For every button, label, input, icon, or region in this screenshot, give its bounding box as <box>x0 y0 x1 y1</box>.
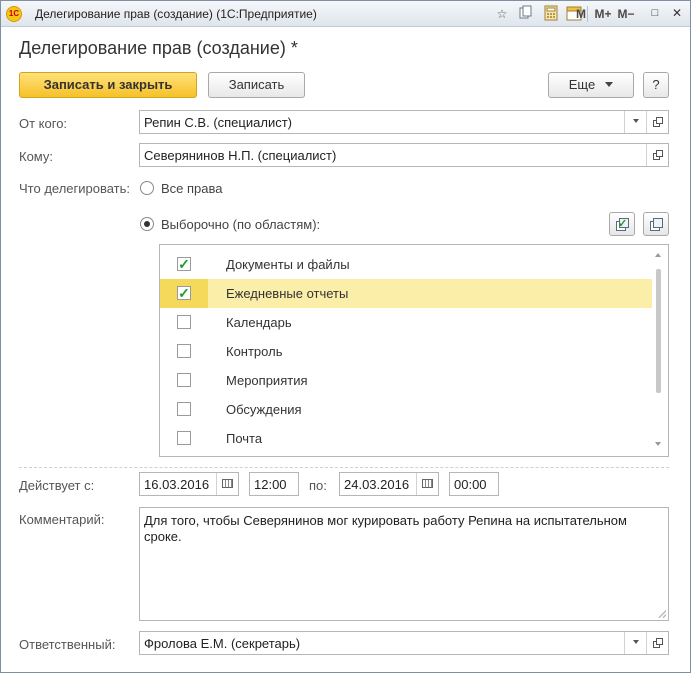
from-date-value: 16.03.2016 <box>144 477 210 492</box>
comment-value: Для того, чтобы Северянинов мог курирова… <box>144 513 627 544</box>
to-date-value: 24.03.2016 <box>344 477 410 492</box>
calculator-icon[interactable] <box>543 5 559 23</box>
calendar-icon[interactable] <box>216 473 238 495</box>
check-all-button[interactable]: ✓ <box>609 212 635 236</box>
to-label: Кому: <box>19 149 53 164</box>
comment-label: Комментарий: <box>19 512 105 527</box>
calendar-icon[interactable] <box>416 473 438 495</box>
help-button[interactable]: ? <box>643 72 669 98</box>
chevron-down-icon <box>632 119 639 123</box>
maximize-button[interactable]: □ <box>646 5 664 23</box>
check-icon: ✓ <box>618 218 628 230</box>
list-item[interactable]: Мероприятия <box>160 366 652 395</box>
from-field[interactable]: Репин С.В. (специалист) <box>139 110 669 134</box>
area-label: Обсуждения <box>226 402 302 417</box>
scrollbar-thumb[interactable] <box>656 269 661 393</box>
scroll-up-arrow[interactable] <box>655 253 661 257</box>
resize-grip-icon[interactable] <box>658 610 666 618</box>
dialog-window: 1С Делегирование прав (создание) (1С:Пре… <box>0 0 691 673</box>
star-icon[interactable]: ☆ <box>495 5 509 23</box>
to-date-label: по: <box>309 478 327 493</box>
what-label: Что делегировать: <box>19 181 131 196</box>
window-title: Делегирование прав (создание) (1С:Предпр… <box>35 7 317 21</box>
to-time-field[interactable]: 00:00 <box>449 472 499 496</box>
list-item[interactable]: Обсуждения <box>160 395 652 424</box>
area-checkbox[interactable] <box>177 373 191 387</box>
responsible-field[interactable]: Фролова Е.М. (секретарь) <box>139 631 669 655</box>
from-value: Репин С.В. (специалист) <box>144 115 292 130</box>
radio-selective[interactable] <box>140 217 154 231</box>
uncheck-all-button[interactable] <box>643 212 669 236</box>
memory-plus-button[interactable]: M+ <box>593 5 613 23</box>
area-checkbox[interactable]: ✓ <box>177 257 191 271</box>
list-item[interactable]: ✓ Документы и файлы <box>160 250 652 279</box>
more-button[interactable]: Еще <box>548 72 634 98</box>
responsible-label: Ответственный: <box>19 637 116 652</box>
copy-icon[interactable] <box>518 5 534 23</box>
chevron-down-icon <box>605 82 614 87</box>
validity-label: Действует с: <box>19 478 95 493</box>
page-title: Делегирование прав (создание) * <box>19 38 298 58</box>
list-item[interactable]: ✓ Ежедневные отчеты <box>160 279 652 308</box>
close-button[interactable]: ✕ <box>668 5 686 23</box>
from-open-button[interactable] <box>646 111 668 133</box>
to-field[interactable]: Северянинов Н.П. (специалист) <box>139 143 669 167</box>
chevron-down-icon <box>632 640 639 644</box>
radio-all-rights-label[interactable]: Все права <box>161 181 223 196</box>
radio-all-rights[interactable] <box>140 181 154 195</box>
radio-selective-label[interactable]: Выборочно (по областям): <box>161 217 320 232</box>
from-label: От кого: <box>19 116 68 131</box>
from-date-field[interactable]: 16.03.2016 <box>139 472 239 496</box>
to-open-button[interactable] <box>646 144 668 166</box>
area-checkbox[interactable] <box>177 344 191 358</box>
from-time-field[interactable]: 12:00 <box>249 472 299 496</box>
to-date-field[interactable]: 24.03.2016 <box>339 472 439 496</box>
from-time-value: 12:00 <box>254 477 287 492</box>
save-and-close-button[interactable]: Записать и закрыть <box>19 72 197 98</box>
memory-minus-button[interactable]: M− <box>616 5 636 23</box>
memory-m-button[interactable]: M <box>574 5 588 23</box>
list-item[interactable]: Календарь <box>160 308 652 337</box>
area-label: Мероприятия <box>226 373 308 388</box>
save-button[interactable]: Записать <box>208 72 305 98</box>
area-label: Документы и файлы <box>226 257 350 272</box>
area-checkbox[interactable]: ✓ <box>177 286 191 300</box>
scroll-down-arrow[interactable] <box>655 442 661 446</box>
responsible-dropdown-button[interactable] <box>624 632 646 654</box>
more-label: Еще <box>568 77 596 92</box>
app-logo-icon: 1С <box>6 6 22 22</box>
area-label: Почта <box>226 431 263 446</box>
areas-list[interactable]: ✓ Документы и файлы ✓ Ежедневные отчеты … <box>159 244 669 457</box>
to-time-value: 00:00 <box>454 477 487 492</box>
area-checkbox[interactable] <box>177 431 191 445</box>
to-value: Северянинов Н.П. (специалист) <box>144 148 337 163</box>
area-checkbox[interactable] <box>177 402 191 416</box>
responsible-value: Фролова Е.М. (секретарь) <box>144 636 301 651</box>
area-label: Контроль <box>226 344 283 359</box>
title-bar: 1С Делегирование прав (создание) (1С:Пре… <box>1 1 690 27</box>
responsible-open-button[interactable] <box>646 632 668 654</box>
list-item[interactable]: Почта <box>160 424 652 453</box>
from-dropdown-button[interactable] <box>624 111 646 133</box>
area-label: Ежедневные отчеты <box>226 286 349 301</box>
list-item[interactable]: Контроль <box>160 337 652 366</box>
divider <box>19 467 669 468</box>
area-label: Календарь <box>226 315 292 330</box>
area-checkbox[interactable] <box>177 315 191 329</box>
comment-textarea[interactable]: Для того, чтобы Северянинов мог курирова… <box>139 507 669 621</box>
